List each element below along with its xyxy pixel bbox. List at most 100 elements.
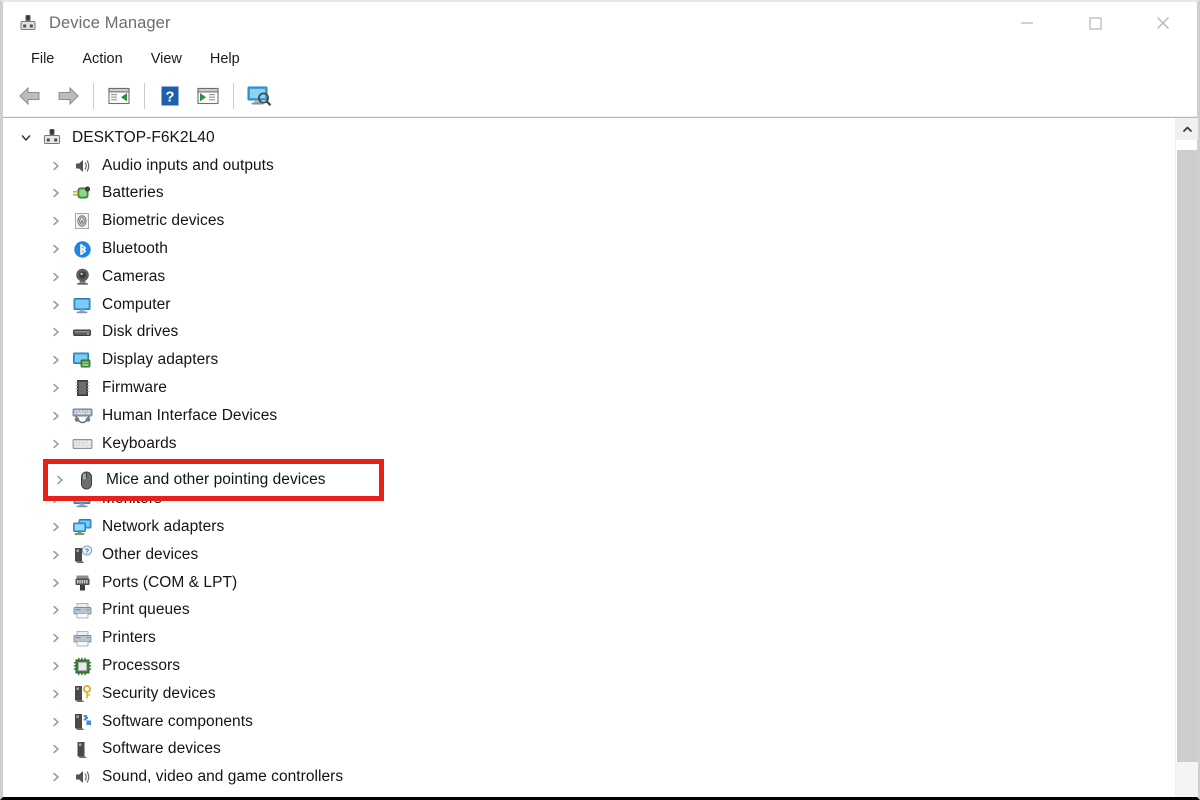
tree-item-biometric-devices[interactable]: Biometric devices bbox=[3, 207, 1175, 235]
speaker-icon bbox=[71, 156, 93, 176]
tree-item-keyboards[interactable]: Keyboards bbox=[3, 430, 1175, 458]
tree-item-software-devices[interactable]: Software devices bbox=[3, 736, 1175, 764]
chevron-right-icon[interactable] bbox=[47, 574, 65, 592]
tree-item-software-components[interactable]: Software components bbox=[3, 708, 1175, 736]
scrollbar-thumb[interactable] bbox=[1177, 150, 1197, 762]
chevron-right-icon[interactable] bbox=[47, 546, 65, 564]
software-component-icon bbox=[71, 712, 93, 732]
vertical-scrollbar[interactable] bbox=[1175, 118, 1198, 797]
toolbar: ? bbox=[3, 74, 1197, 118]
device-tree-panel: DESKTOP-F6K2L40 Audio inputs and outputs bbox=[3, 118, 1198, 797]
chevron-right-icon[interactable] bbox=[47, 212, 65, 230]
chevron-right-icon[interactable] bbox=[47, 629, 65, 647]
forward-button[interactable] bbox=[49, 79, 87, 113]
scan-hardware-button[interactable] bbox=[240, 79, 278, 113]
tree-item-label: Network adapters bbox=[102, 518, 225, 536]
tree-item-cameras[interactable]: Cameras bbox=[3, 263, 1175, 291]
window-title: Device Manager bbox=[49, 13, 171, 32]
network-adapter-icon bbox=[71, 517, 93, 537]
battery-icon bbox=[71, 183, 93, 203]
speaker-icon bbox=[71, 767, 93, 787]
chevron-right-icon[interactable] bbox=[47, 268, 65, 286]
tree-item-processors[interactable]: Processors bbox=[3, 652, 1175, 680]
port-connector-icon bbox=[71, 573, 93, 593]
menu-item-file[interactable]: File bbox=[19, 48, 66, 70]
properties-button[interactable] bbox=[100, 79, 138, 113]
tree-item-firmware[interactable]: Firmware bbox=[3, 374, 1175, 402]
tree-item-print-queues[interactable]: Print queues bbox=[3, 597, 1175, 625]
tree-item-printers[interactable]: Printers bbox=[3, 624, 1175, 652]
menu-item-action[interactable]: Action bbox=[70, 48, 134, 70]
tree-item-display-adapters[interactable]: Display adapters bbox=[3, 346, 1175, 374]
tree-item-ports-com-lpt[interactable]: Ports (COM & LPT) bbox=[3, 569, 1175, 597]
device-tree: DESKTOP-F6K2L40 Audio inputs and outputs bbox=[3, 118, 1175, 797]
tree-item-disk-drives[interactable]: Disk drives bbox=[3, 319, 1175, 347]
chevron-right-icon[interactable] bbox=[47, 157, 65, 175]
minimize-button[interactable] bbox=[993, 2, 1061, 44]
disk-drive-icon bbox=[71, 322, 93, 342]
tree-item-label: Security devices bbox=[102, 684, 216, 702]
mouse-icon bbox=[75, 470, 97, 490]
chevron-right-icon[interactable] bbox=[47, 296, 65, 314]
chevron-right-icon[interactable] bbox=[47, 518, 65, 536]
bluetooth-icon bbox=[71, 239, 93, 259]
tree-item-batteries[interactable]: Batteries bbox=[3, 180, 1175, 208]
device-manager-window: Device Manager File Action View Help ? D… bbox=[0, 0, 1200, 800]
tree-item-human-interface-devices[interactable]: Human Interface Devices bbox=[3, 402, 1175, 430]
chevron-right-icon[interactable] bbox=[47, 713, 65, 731]
monitor-icon bbox=[71, 295, 93, 315]
help-button[interactable]: ? bbox=[151, 79, 189, 113]
device-manager-icon bbox=[17, 12, 39, 34]
menu-bar: File Action View Help bbox=[3, 44, 1197, 74]
menu-item-help[interactable]: Help bbox=[198, 48, 252, 70]
tree-item-label: Computer bbox=[102, 295, 171, 313]
printer-icon bbox=[71, 600, 93, 620]
toolbar-separator bbox=[233, 82, 234, 109]
chevron-right-icon[interactable] bbox=[47, 323, 65, 341]
close-button[interactable] bbox=[1129, 2, 1197, 44]
scrollbar-track[interactable] bbox=[1176, 762, 1198, 797]
chevron-right-icon[interactable] bbox=[47, 435, 65, 453]
chevron-right-icon[interactable] bbox=[47, 407, 65, 425]
tree-item-security-devices[interactable]: Security devices bbox=[3, 680, 1175, 708]
tree-item-network-adapters[interactable]: Network adapters bbox=[3, 513, 1175, 541]
security-key-icon bbox=[71, 684, 93, 704]
tree-root-label: DESKTOP-F6K2L40 bbox=[72, 128, 215, 146]
chevron-right-icon[interactable] bbox=[47, 657, 65, 675]
maximize-button[interactable] bbox=[1061, 2, 1129, 44]
back-button[interactable] bbox=[11, 79, 49, 113]
tree-item-audio-inputs-and-outputs[interactable]: Audio inputs and outputs bbox=[3, 152, 1175, 180]
chevron-right-icon[interactable] bbox=[47, 351, 65, 369]
chevron-down-icon[interactable] bbox=[17, 129, 35, 147]
chevron-right-icon[interactable] bbox=[47, 601, 65, 619]
firmware-chip-icon bbox=[71, 378, 93, 398]
printer-icon bbox=[71, 628, 93, 648]
chevron-right-icon[interactable] bbox=[47, 240, 65, 258]
processor-chip-icon bbox=[71, 656, 93, 676]
tree-item-other-devices[interactable]: ? Other devices bbox=[3, 541, 1175, 569]
tree-item-label: Batteries bbox=[102, 184, 164, 202]
update-driver-button[interactable] bbox=[189, 79, 227, 113]
tree-item-computer[interactable]: Computer bbox=[3, 291, 1175, 319]
scroll-up-arrow-icon[interactable] bbox=[1176, 118, 1198, 140]
camera-icon bbox=[71, 267, 93, 287]
tree-root-item[interactable]: DESKTOP-F6K2L40 bbox=[3, 124, 1175, 152]
menu-item-view[interactable]: View bbox=[139, 48, 194, 70]
chevron-right-icon[interactable] bbox=[51, 471, 69, 489]
tree-item-label: Cameras bbox=[102, 267, 166, 285]
chevron-right-icon[interactable] bbox=[47, 685, 65, 703]
chevron-right-icon[interactable] bbox=[47, 740, 65, 758]
chevron-right-icon[interactable] bbox=[47, 768, 65, 786]
tree-item-label: Software devices bbox=[102, 740, 221, 758]
chevron-right-icon[interactable] bbox=[47, 379, 65, 397]
tree-item-label: Processors bbox=[102, 657, 181, 675]
tree-item-label: Bluetooth bbox=[102, 240, 168, 258]
toolbar-separator bbox=[93, 82, 94, 109]
tree-item-sound-video-and-game-controllers[interactable]: Sound, video and game controllers bbox=[3, 763, 1175, 791]
tree-item-bluetooth[interactable]: Bluetooth bbox=[3, 235, 1175, 263]
chevron-right-icon[interactable] bbox=[47, 184, 65, 202]
tree-item-label: Disk drives bbox=[102, 323, 179, 341]
display-adapter-icon bbox=[71, 350, 93, 370]
keyboard-icon bbox=[71, 434, 93, 454]
tree-item-label: Human Interface Devices bbox=[102, 406, 278, 424]
